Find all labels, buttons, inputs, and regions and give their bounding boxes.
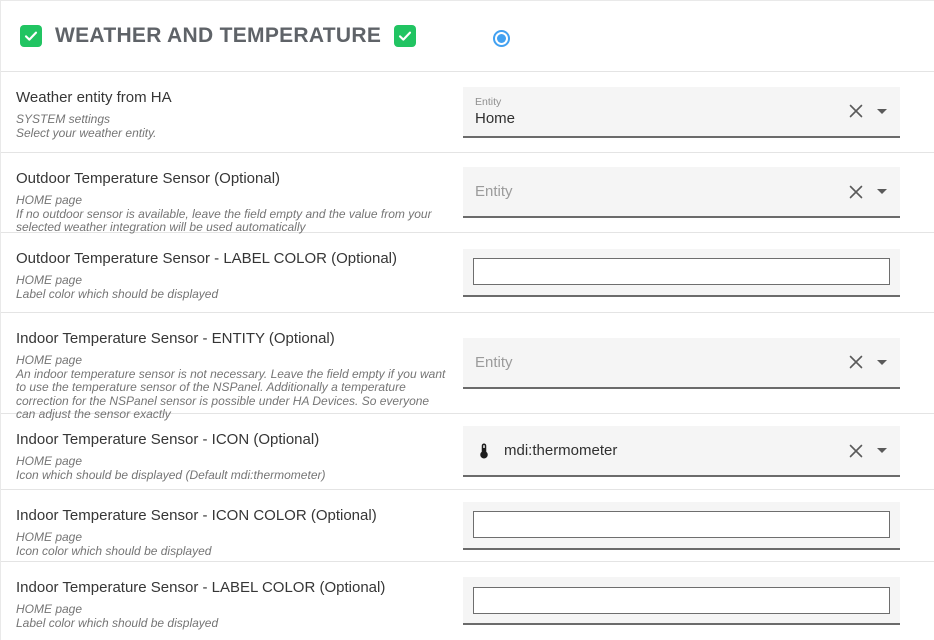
setting-text-block: Weather entity from HA SYSTEM settings S…	[1, 72, 463, 152]
setting-row-weather-entity: Weather entity from HA SYSTEM settings S…	[1, 72, 934, 153]
setting-field-area: Entity	[463, 153, 912, 232]
setting-subtitle: HOME page	[16, 194, 449, 208]
clear-icon[interactable]	[849, 104, 863, 118]
select-placeholder: Entity	[475, 354, 840, 371]
indoor-label-color-input[interactable]	[473, 587, 890, 614]
indoor-entity-select[interactable]: Entity	[463, 338, 900, 389]
setting-row-indoor-icon: Indoor Temperature Sensor - ICON (Option…	[1, 414, 934, 490]
setting-text-block: Indoor Temperature Sensor - LABEL COLOR …	[1, 562, 463, 640]
check-icon	[23, 28, 39, 44]
chevron-down-icon[interactable]	[877, 448, 887, 453]
settings-page: WEATHER AND TEMPERATURE Weather entity f…	[0, 0, 934, 640]
section-radio-button[interactable]	[493, 30, 510, 47]
select-placeholder: Entity	[475, 183, 840, 200]
setting-subtitle: HOME page	[16, 455, 449, 469]
section-enable-checkbox-left[interactable]	[20, 25, 42, 47]
setting-title: Indoor Temperature Sensor - LABEL COLOR …	[16, 578, 449, 597]
setting-row-indoor-label-color: Indoor Temperature Sensor - LABEL COLOR …	[1, 562, 934, 640]
setting-description: If no outdoor sensor is available, leave…	[16, 208, 449, 235]
setting-field-area	[463, 233, 912, 312]
chevron-down-icon[interactable]	[877, 109, 887, 114]
clear-icon[interactable]	[849, 185, 863, 199]
setting-text-block: Indoor Temperature Sensor - ICON COLOR (…	[1, 490, 463, 561]
setting-title: Weather entity from HA	[16, 88, 449, 107]
radio-dot	[497, 34, 506, 43]
setting-title: Indoor Temperature Sensor - ICON (Option…	[16, 430, 449, 449]
outdoor-sensor-select[interactable]: Entity	[463, 167, 900, 218]
select-floating-label: Entity	[475, 96, 840, 108]
select-controls	[849, 185, 887, 199]
chevron-down-icon[interactable]	[877, 360, 887, 365]
setting-title: Outdoor Temperature Sensor (Optional)	[16, 169, 449, 188]
setting-row-outdoor-label-color: Outdoor Temperature Sensor - LABEL COLOR…	[1, 233, 934, 313]
setting-title: Indoor Temperature Sensor - ICON COLOR (…	[16, 506, 449, 525]
select-value-with-icon: mdi:thermometer	[475, 441, 840, 461]
setting-description: Icon which should be displayed (Default …	[16, 469, 449, 483]
setting-field-area: Entity Home	[463, 72, 912, 152]
setting-description: Select your weather entity.	[16, 127, 449, 141]
section-header: WEATHER AND TEMPERATURE	[1, 1, 934, 72]
setting-subtitle: HOME page	[16, 603, 449, 617]
setting-subtitle: HOME page	[16, 531, 449, 545]
weather-entity-select[interactable]: Entity Home	[463, 87, 900, 138]
indoor-icon-select[interactable]: mdi:thermometer	[463, 426, 900, 477]
setting-subtitle: HOME page	[16, 354, 449, 368]
clear-icon[interactable]	[849, 355, 863, 369]
setting-field-area	[463, 490, 912, 561]
setting-description: Label color which should be displayed	[16, 617, 449, 631]
setting-row-indoor-entity: Indoor Temperature Sensor - ENTITY (Opti…	[1, 313, 934, 414]
setting-field-area: Entity	[463, 313, 912, 413]
indoor-icon-color-input[interactable]	[473, 511, 890, 538]
check-icon	[397, 28, 413, 44]
setting-description: Label color which should be displayed	[16, 288, 449, 302]
clear-icon[interactable]	[849, 444, 863, 458]
section-enable-checkbox-right[interactable]	[394, 25, 416, 47]
setting-subtitle: HOME page	[16, 274, 449, 288]
setting-field-area: mdi:thermometer	[463, 414, 912, 489]
section-title: WEATHER AND TEMPERATURE	[55, 24, 381, 48]
setting-text-block: Outdoor Temperature Sensor - LABEL COLOR…	[1, 233, 463, 312]
thermometer-icon	[475, 441, 493, 461]
select-value: Home	[475, 110, 840, 127]
select-value: mdi:thermometer	[504, 442, 617, 459]
setting-row-outdoor-sensor: Outdoor Temperature Sensor (Optional) HO…	[1, 153, 934, 233]
select-controls	[849, 355, 887, 369]
outdoor-label-color-input[interactable]	[473, 258, 890, 285]
setting-row-indoor-icon-color: Indoor Temperature Sensor - ICON COLOR (…	[1, 490, 934, 562]
setting-text-block: Indoor Temperature Sensor - ICON (Option…	[1, 414, 463, 489]
indoor-icon-color-field	[463, 502, 900, 550]
setting-subtitle: SYSTEM settings	[16, 113, 449, 127]
select-controls	[849, 444, 887, 458]
setting-text-block: Outdoor Temperature Sensor (Optional) HO…	[1, 153, 463, 232]
indoor-label-color-field	[463, 577, 900, 625]
chevron-down-icon[interactable]	[877, 189, 887, 194]
outdoor-label-color-field	[463, 249, 900, 297]
setting-title: Outdoor Temperature Sensor - LABEL COLOR…	[16, 249, 449, 268]
setting-description: Icon color which should be displayed	[16, 545, 449, 559]
setting-text-block: Indoor Temperature Sensor - ENTITY (Opti…	[1, 313, 463, 413]
setting-field-area	[463, 562, 912, 640]
setting-title: Indoor Temperature Sensor - ENTITY (Opti…	[16, 329, 449, 348]
select-controls	[849, 104, 887, 118]
